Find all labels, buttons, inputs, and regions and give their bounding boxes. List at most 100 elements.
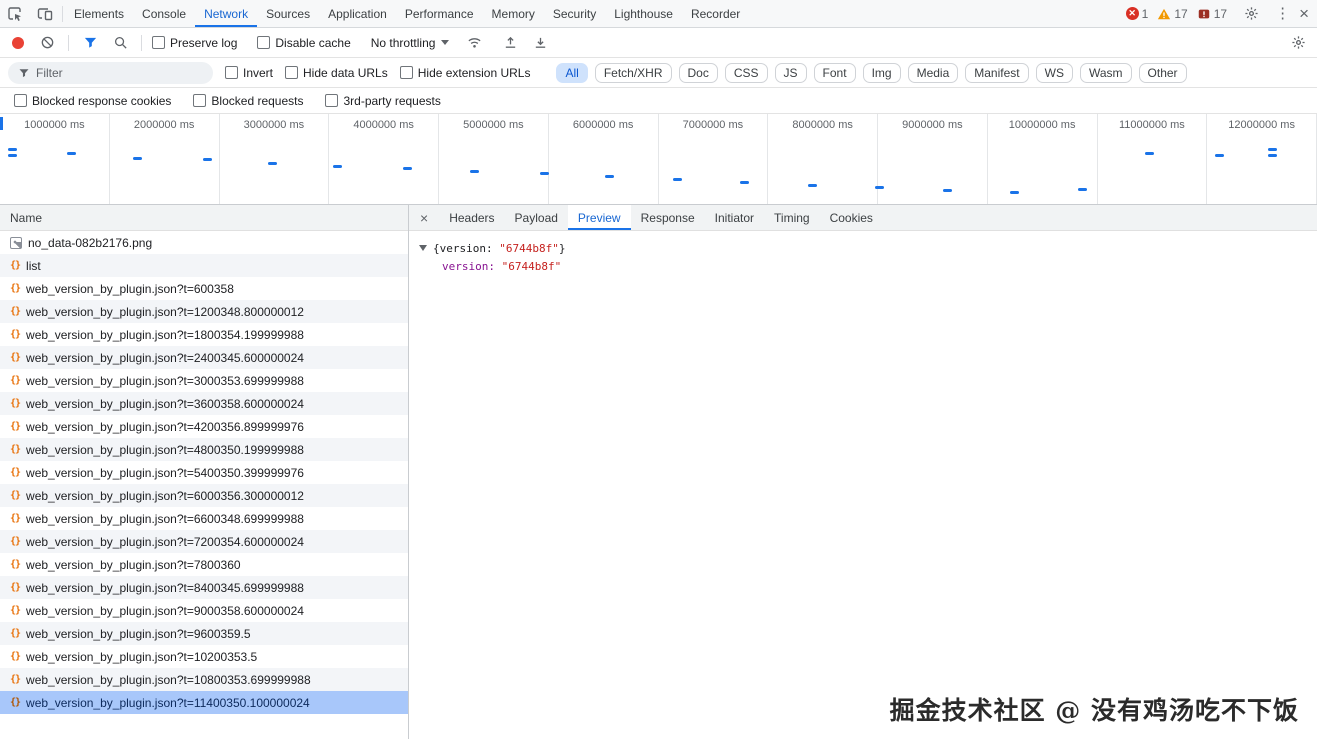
tab-cookies[interactable]: Cookies	[820, 205, 883, 230]
request-row[interactable]: {} web_version_by_plugin.json?t=4800350.1…	[0, 438, 408, 461]
tab-performance[interactable]: Performance	[396, 0, 483, 27]
filter-chip-ws[interactable]: WS	[1035, 62, 1073, 83]
request-row[interactable]: {} web_version_by_plugin.json?t=10200353.…	[0, 645, 408, 668]
request-row[interactable]: {} web_version_by_plugin.json?t=8400345.6…	[0, 576, 408, 599]
tab-memory[interactable]: Memory	[483, 0, 544, 27]
blocked-response-cookies-checkbox[interactable]: Blocked response cookies	[14, 94, 171, 108]
device-toolbar-icon[interactable]	[30, 0, 60, 27]
invert-checkbox[interactable]: Invert	[225, 66, 273, 80]
checkbox-label: Invert	[243, 65, 274, 80]
network-conditions-icon[interactable]	[463, 32, 485, 54]
filter-input[interactable]	[36, 65, 203, 80]
tab-response[interactable]: Response	[631, 205, 705, 230]
tab-network[interactable]: Network	[195, 0, 257, 27]
tab-initiator[interactable]: Initiator	[705, 205, 764, 230]
network-settings-gear-icon[interactable]	[1287, 32, 1309, 54]
hide-extension-urls-checkbox[interactable]: Hide extension URLs	[399, 66, 530, 80]
settings-gear-icon[interactable]	[1236, 6, 1266, 21]
filter-funnel-icon[interactable]	[79, 32, 101, 54]
activity-tick	[470, 170, 479, 173]
blocked-requests-checkbox[interactable]: Blocked requests	[193, 94, 303, 108]
request-name: web_version_by_plugin.json?t=6600348.699…	[26, 511, 304, 526]
checkbox-icon	[285, 66, 299, 79]
tab-console[interactable]: Console	[133, 0, 195, 27]
tab-lighthouse[interactable]: Lighthouse	[605, 0, 682, 27]
tab-headers[interactable]: Headers	[439, 205, 504, 230]
filter-chip-other[interactable]: Other	[1138, 62, 1187, 83]
devtools-window: Elements Console Network Sources Applica…	[0, 0, 1317, 739]
filter-chip-fetch-xhr[interactable]: Fetch/XHR	[594, 62, 672, 83]
request-row[interactable]: {} list	[0, 254, 408, 277]
request-row[interactable]: no_data-082b2176.png	[0, 231, 408, 254]
json-root-node[interactable]: {version: "6744b8f"}	[419, 240, 1307, 258]
disable-cache-checkbox[interactable]: Disable cache	[257, 36, 351, 50]
request-row[interactable]: {} web_version_by_plugin.json?t=9600359.5	[0, 622, 408, 645]
request-row[interactable]: {} web_version_by_plugin.json?t=1800354.1…	[0, 323, 408, 346]
filter-chip-font[interactable]: Font	[813, 62, 856, 83]
filter-chip-img[interactable]: Img	[862, 62, 901, 83]
json-file-icon: {}	[10, 352, 21, 363]
request-row[interactable]: {} web_version_by_plugin.json?t=6600348.6…	[0, 507, 408, 530]
tab-timing[interactable]: Timing	[764, 205, 820, 230]
request-row[interactable]: {} web_version_by_plugin.json?t=7200354.6…	[0, 530, 408, 553]
request-row[interactable]: {} web_version_by_plugin.json?t=5400350.3…	[0, 461, 408, 484]
filter-chip-css[interactable]: CSS	[724, 62, 768, 83]
har-import-icon[interactable]	[499, 32, 521, 54]
request-row[interactable]: {} web_version_by_plugin.json?t=3000353.6…	[0, 369, 408, 392]
request-list: no_data-082b2176.png {} list {} web_version_…	[0, 231, 408, 739]
tab-preview[interactable]: Preview	[567, 205, 631, 230]
request-row[interactable]: {} web_version_by_plugin.json?t=2400345.6…	[0, 346, 408, 369]
request-row[interactable]: {} web_version_by_plugin.json?t=11400350.…	[0, 691, 408, 714]
network-toolbar: Preserve log Disable cache No throttling	[0, 28, 1317, 58]
clear-network-log-icon[interactable]	[36, 32, 58, 54]
divider	[141, 34, 142, 51]
timeline-label: 8000000 ms	[792, 119, 853, 131]
inspect-element-icon[interactable]	[0, 0, 30, 27]
filter-chip-media[interactable]: Media	[907, 62, 959, 83]
name-column-header[interactable]: Name	[0, 205, 408, 231]
hide-data-urls-checkbox[interactable]: Hide data URLs	[285, 66, 388, 80]
request-row[interactable]: {} web_version_by_plugin.json?t=3600358.6…	[0, 392, 408, 415]
request-row[interactable]: {} web_version_by_plugin.json?t=1200348.8…	[0, 300, 408, 323]
expand-caret-icon[interactable]	[419, 245, 427, 251]
search-icon[interactable]	[109, 32, 131, 54]
request-row[interactable]: {} web_version_by_plugin.json?t=600358	[0, 277, 408, 300]
filter-chip-doc[interactable]: Doc	[678, 62, 718, 83]
filter-chip-manifest[interactable]: Manifest	[965, 62, 1029, 83]
tab-security[interactable]: Security	[544, 0, 605, 27]
close-details-icon[interactable]: ×	[409, 205, 439, 230]
preserve-log-checkbox[interactable]: Preserve log	[152, 36, 237, 50]
timeline-overview[interactable]: 1000000 ms 2000000 ms 3000000 ms 4000000…	[0, 114, 1317, 205]
timeline-label: 5000000 ms	[463, 119, 524, 131]
tab-payload[interactable]: Payload	[505, 205, 568, 230]
throttling-select[interactable]: No throttling	[365, 34, 456, 52]
third-party-requests-checkbox[interactable]: 3rd-party requests	[325, 94, 441, 108]
error-count-badge[interactable]: ✕ 1	[1125, 7, 1148, 21]
filter-chip-all[interactable]: All	[556, 62, 588, 83]
request-row[interactable]: {} web_version_by_plugin.json?t=4200356.8…	[0, 415, 408, 438]
tab-recorder[interactable]: Recorder	[682, 0, 749, 27]
record-network-log-icon[interactable]	[12, 36, 24, 49]
request-name: web_version_by_plugin.json?t=600358	[26, 281, 234, 296]
filter-chip-wasm[interactable]: Wasm	[1079, 62, 1132, 83]
request-name: web_version_by_plugin.json?t=9000358.600…	[26, 603, 304, 618]
tab-elements[interactable]: Elements	[65, 0, 133, 27]
json-property-node[interactable]: version: "6744b8f"	[419, 258, 1307, 276]
request-row[interactable]: {} web_version_by_plugin.json?t=7800360	[0, 553, 408, 576]
filter-chip-js[interactable]: JS	[774, 62, 807, 83]
request-row[interactable]: {} web_version_by_plugin.json?t=6000356.3…	[0, 484, 408, 507]
request-row[interactable]: {} web_version_by_plugin.json?t=9000358.6…	[0, 599, 408, 622]
checkbox-label: Preserve log	[170, 35, 238, 50]
issues-count-badge[interactable]: 17	[1197, 7, 1227, 21]
json-file-icon: {}	[10, 329, 21, 340]
request-name: web_version_by_plugin.json?t=9600359.5	[26, 626, 251, 641]
tab-sources[interactable]: Sources	[257, 0, 319, 27]
har-export-icon[interactable]	[529, 32, 551, 54]
tab-application[interactable]: Application	[319, 0, 396, 27]
json-file-icon: {}	[10, 536, 21, 547]
more-options-icon[interactable]: ⋮	[1275, 6, 1290, 21]
request-name: web_version_by_plugin.json?t=2400345.600…	[26, 350, 304, 365]
close-devtools-icon[interactable]: ×	[1299, 5, 1309, 22]
request-row[interactable]: {} web_version_by_plugin.json?t=10800353.…	[0, 668, 408, 691]
warning-count-badge[interactable]: 17	[1157, 7, 1188, 21]
